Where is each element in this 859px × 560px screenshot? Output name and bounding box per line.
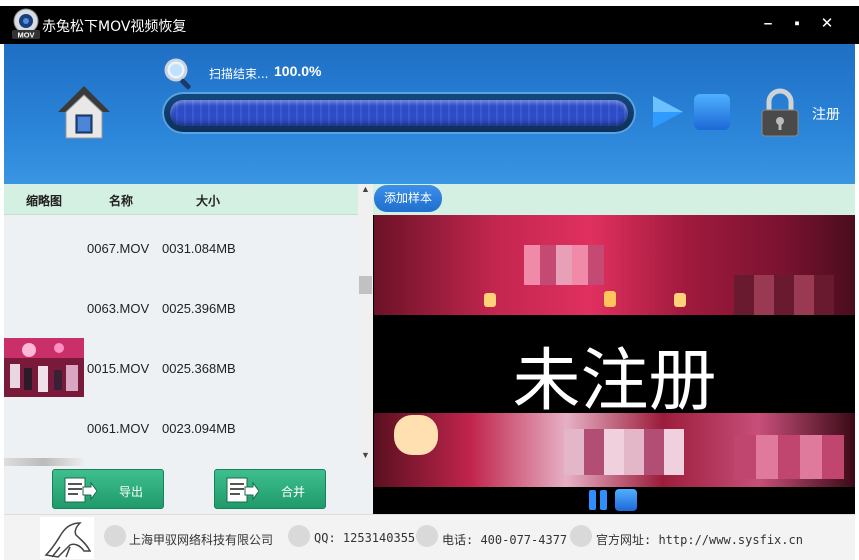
video-frame-bottom bbox=[374, 413, 855, 487]
magnifier-icon bbox=[164, 58, 191, 90]
preview-panel: 添加样本 未注册 bbox=[373, 184, 855, 514]
file-name: 0061.MOV bbox=[87, 421, 150, 436]
app-logo-badge: MOV bbox=[17, 31, 34, 40]
action-bar: 导出 合并 bbox=[4, 466, 373, 514]
home-icon[interactable] bbox=[54, 82, 114, 144]
app-logo-icon: MOV bbox=[12, 8, 40, 40]
file-size: 0023.094MB bbox=[162, 421, 236, 436]
column-thumbnail[interactable]: 缩略图 bbox=[26, 192, 62, 209]
pause-icon[interactable] bbox=[587, 489, 609, 511]
file-size: 0025.396MB bbox=[162, 301, 236, 316]
merge-label: 合并 bbox=[281, 485, 306, 499]
phone-number: 电话: 400-077-4377 bbox=[442, 533, 568, 547]
scan-progress-fill bbox=[170, 100, 628, 126]
mosaic-block bbox=[524, 245, 604, 285]
globe-icon bbox=[570, 525, 592, 547]
title-bar-top-stripe bbox=[0, 0, 859, 6]
lamp bbox=[394, 415, 438, 455]
file-name: 0067.MOV bbox=[87, 241, 150, 256]
scan-toolbar: 扫描结束... 100.0% 注册 bbox=[4, 44, 855, 184]
preview-toolbar: 添加样本 bbox=[373, 184, 855, 215]
video-preview: 未注册 bbox=[374, 215, 855, 487]
horse-logo-icon bbox=[40, 517, 94, 559]
watermark-band: 未注册 bbox=[374, 315, 855, 421]
website[interactable]: 官方网址: http://www.sysfix.cn bbox=[596, 531, 803, 548]
file-list-scrollbar[interactable]: ▲ ▼ bbox=[358, 184, 373, 466]
app-title: 赤兔松下MOV视频恢复 bbox=[42, 19, 187, 35]
mosaic-block bbox=[564, 429, 684, 475]
title-bar: MOV 赤兔松下MOV视频恢复 – ▪ ✕ bbox=[0, 0, 859, 44]
file-list-panel: 缩略图 名称 大小 0067.MOV 0031.084MB 0063.MOV 0… bbox=[4, 184, 373, 466]
phone-icon bbox=[416, 525, 438, 547]
scroll-up-icon[interactable]: ▲ bbox=[358, 184, 373, 198]
scan-percent: 100.0% bbox=[274, 63, 322, 79]
lantern bbox=[604, 291, 616, 307]
merge-icon bbox=[226, 477, 259, 503]
file-name: 0015.MOV bbox=[87, 361, 150, 376]
file-row[interactable]: 0015.MOV 0025.368MB bbox=[4, 337, 358, 397]
play-icon[interactable] bbox=[649, 94, 685, 130]
file-row[interactable]: 0061.MOV 0023.094MB bbox=[4, 397, 358, 457]
minimize-button[interactable]: – bbox=[758, 14, 778, 34]
file-row[interactable] bbox=[4, 457, 358, 466]
export-icon bbox=[64, 477, 97, 503]
column-size[interactable]: 大小 bbox=[196, 192, 220, 209]
file-row[interactable]: 0063.MOV 0025.396MB bbox=[4, 277, 358, 337]
file-row[interactable]: 0067.MOV 0031.084MB bbox=[4, 217, 358, 277]
file-name: 0063.MOV bbox=[87, 301, 150, 316]
video-frame-top bbox=[374, 215, 855, 315]
qq-icon bbox=[288, 525, 310, 547]
file-size: 0025.368MB bbox=[162, 361, 236, 376]
close-button[interactable]: ✕ bbox=[817, 14, 837, 34]
watermark-text: 未注册 bbox=[512, 342, 717, 421]
stop-icon[interactable] bbox=[615, 489, 637, 511]
lantern bbox=[484, 293, 496, 307]
lantern bbox=[674, 293, 686, 307]
merge-button[interactable]: 合并 bbox=[214, 469, 326, 509]
export-button[interactable]: 导出 bbox=[52, 469, 164, 509]
file-thumbnail bbox=[4, 458, 84, 466]
building-icon bbox=[104, 525, 126, 547]
add-sample-button[interactable]: 添加样本 bbox=[374, 185, 442, 212]
export-label: 导出 bbox=[119, 485, 144, 499]
qq-number: QQ: 1253140355 bbox=[314, 531, 416, 545]
column-name[interactable]: 名称 bbox=[109, 192, 133, 209]
mosaic-block bbox=[734, 275, 834, 315]
file-thumbnail bbox=[4, 338, 84, 397]
scan-status-text: 扫描结束... bbox=[209, 67, 269, 81]
file-list: 0067.MOV 0031.084MB 0063.MOV 0025.396MB … bbox=[4, 215, 358, 466]
file-list-header: 缩略图 名称 大小 bbox=[4, 184, 358, 215]
scroll-down-icon[interactable]: ▼ bbox=[358, 450, 373, 464]
company-name: 上海甲驭网络科技有限公司 bbox=[129, 533, 274, 547]
scan-progress-bar bbox=[162, 92, 636, 134]
stop-icon[interactable] bbox=[694, 94, 730, 130]
file-size: 0031.084MB bbox=[162, 241, 236, 256]
mosaic-block bbox=[734, 435, 844, 479]
lock-icon[interactable] bbox=[759, 88, 801, 138]
register-link[interactable]: 注册 bbox=[812, 104, 840, 124]
scroll-thumb[interactable] bbox=[359, 276, 372, 294]
footer: 上海甲驭网络科技有限公司 QQ: 1253140355 电话: 400-077-… bbox=[4, 514, 855, 560]
maximize-button[interactable]: ▪ bbox=[787, 14, 807, 34]
player-controls bbox=[374, 487, 855, 514]
